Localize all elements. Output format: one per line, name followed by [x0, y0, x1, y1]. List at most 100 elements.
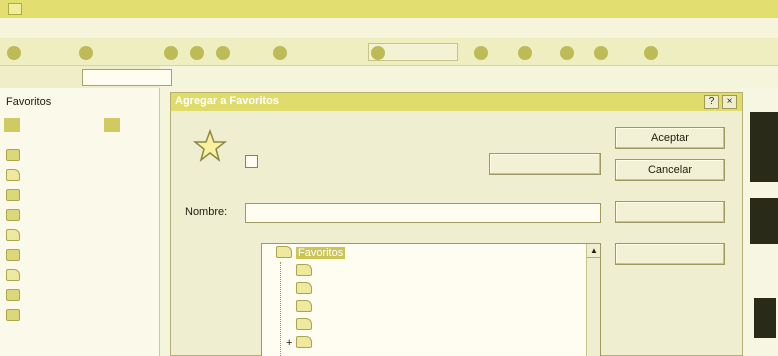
back-button[interactable] [6, 43, 66, 61]
favorite-item[interactable] [6, 148, 156, 165]
stop-button[interactable] [160, 43, 182, 61]
favorite-item[interactable] [6, 308, 156, 325]
dialog-title-bar: Agregar a Favoritos ? × [171, 93, 742, 111]
dialog-message [245, 127, 585, 141]
create-in-button[interactable] [615, 201, 725, 223]
folder-icon [296, 282, 312, 294]
favorite-folder[interactable] [6, 168, 156, 185]
organize-favorites-button[interactable] [104, 116, 158, 138]
web-page-icon [6, 309, 20, 321]
tree-item-favoritos[interactable]: Favoritos [266, 245, 576, 262]
home-icon [216, 46, 230, 60]
page-banner-image [750, 112, 778, 182]
offline-checkbox[interactable] [245, 155, 258, 168]
web-page-icon [6, 209, 20, 221]
help-button[interactable]: ? [704, 95, 719, 109]
ie-app-icon [8, 3, 22, 15]
refresh-button[interactable] [186, 43, 208, 61]
cancel-button[interactable]: Cancelar [615, 159, 725, 181]
mail-icon [518, 46, 532, 60]
ok-button[interactable]: Aceptar [615, 127, 725, 149]
mail-button[interactable] [514, 43, 548, 61]
tree-item[interactable] [286, 263, 596, 280]
history-icon [474, 46, 488, 60]
discuss-icon [644, 46, 658, 60]
address-bar [0, 66, 172, 88]
forward-arrow-icon [79, 46, 93, 60]
tree-item[interactable] [286, 317, 596, 334]
standard-toolbar [0, 38, 778, 66]
add-favorite-dialog: Agregar a Favoritos ? × Aceptar Cancelar… [170, 92, 743, 356]
dialog-title: Agregar a Favoritos [175, 95, 279, 107]
tree-item[interactable]: + [286, 335, 596, 352]
menu-herramientas[interactable] [282, 21, 378, 35]
tree-scrollbar[interactable]: ▲ [586, 244, 600, 356]
favorites-star-icon [371, 46, 385, 60]
menu-bar [0, 18, 778, 38]
scroll-up-arrow-icon[interactable]: ▲ [587, 244, 600, 258]
new-folder-button[interactable] [615, 243, 725, 265]
folder-icon [6, 229, 20, 241]
menu-favoritos[interactable] [192, 21, 262, 35]
folder-tree[interactable]: Favoritos + ▲ [261, 243, 601, 356]
menu-ver[interactable] [152, 21, 178, 35]
print-button[interactable] [556, 43, 578, 61]
home-button[interactable] [212, 43, 234, 61]
browser-title-bar [0, 0, 778, 18]
offline-label [265, 155, 465, 169]
folder-icon [296, 300, 312, 312]
edit-button[interactable] [590, 43, 624, 61]
folder-icon [276, 246, 292, 258]
folder-icon [6, 169, 20, 181]
favorites-label [389, 44, 457, 60]
name-label: Nombre: [185, 206, 228, 218]
favorite-folder[interactable] [6, 268, 156, 285]
organize-icon [104, 118, 120, 132]
favorite-folder[interactable] [6, 228, 156, 245]
menu-archivo[interactable] [20, 21, 70, 35]
favorite-item[interactable] [6, 248, 156, 265]
favorite-item[interactable] [6, 288, 156, 305]
history-button[interactable] [470, 43, 492, 61]
search-icon [273, 46, 287, 60]
tree-item-label: Favoritos [296, 247, 346, 259]
menu-ayuda[interactable] [394, 21, 434, 35]
tree-expander[interactable]: + [286, 335, 296, 351]
discuss-button[interactable] [640, 43, 662, 61]
edit-icon [594, 46, 608, 60]
add-favorite-button[interactable] [4, 116, 100, 138]
favorites-button[interactable] [368, 43, 458, 61]
back-label [25, 44, 65, 60]
stop-icon [164, 46, 178, 60]
customize-button[interactable] [489, 153, 601, 175]
favorite-item[interactable] [6, 208, 156, 225]
add-favorite-icon [4, 118, 20, 132]
create-in-label [185, 245, 255, 259]
address-input[interactable] [82, 69, 172, 86]
favorites-pane-title: Favoritos [6, 96, 52, 108]
refresh-icon [190, 46, 204, 60]
browser-window-title [26, 2, 771, 15]
tree-item[interactable] [286, 281, 596, 298]
back-arrow-icon [7, 46, 21, 60]
search-button[interactable] [270, 43, 358, 61]
menu-edicion[interactable] [90, 21, 136, 35]
web-page-content [740, 88, 778, 356]
folder-icon [6, 269, 20, 281]
web-page-icon [6, 189, 20, 201]
web-page-icon [6, 289, 20, 301]
tree-item[interactable] [286, 299, 596, 316]
name-field[interactable] [245, 203, 601, 223]
page-image [754, 298, 776, 338]
print-icon [560, 46, 574, 60]
folder-icon [296, 264, 312, 276]
search-label [291, 44, 357, 60]
favorite-item[interactable] [6, 188, 156, 205]
tree-connector [280, 262, 281, 356]
favorites-star-icon [193, 129, 227, 162]
folder-icon [296, 318, 312, 330]
web-page-icon [6, 249, 20, 261]
address-label [8, 71, 78, 84]
forward-button[interactable] [72, 43, 102, 61]
close-button[interactable]: × [722, 95, 737, 109]
